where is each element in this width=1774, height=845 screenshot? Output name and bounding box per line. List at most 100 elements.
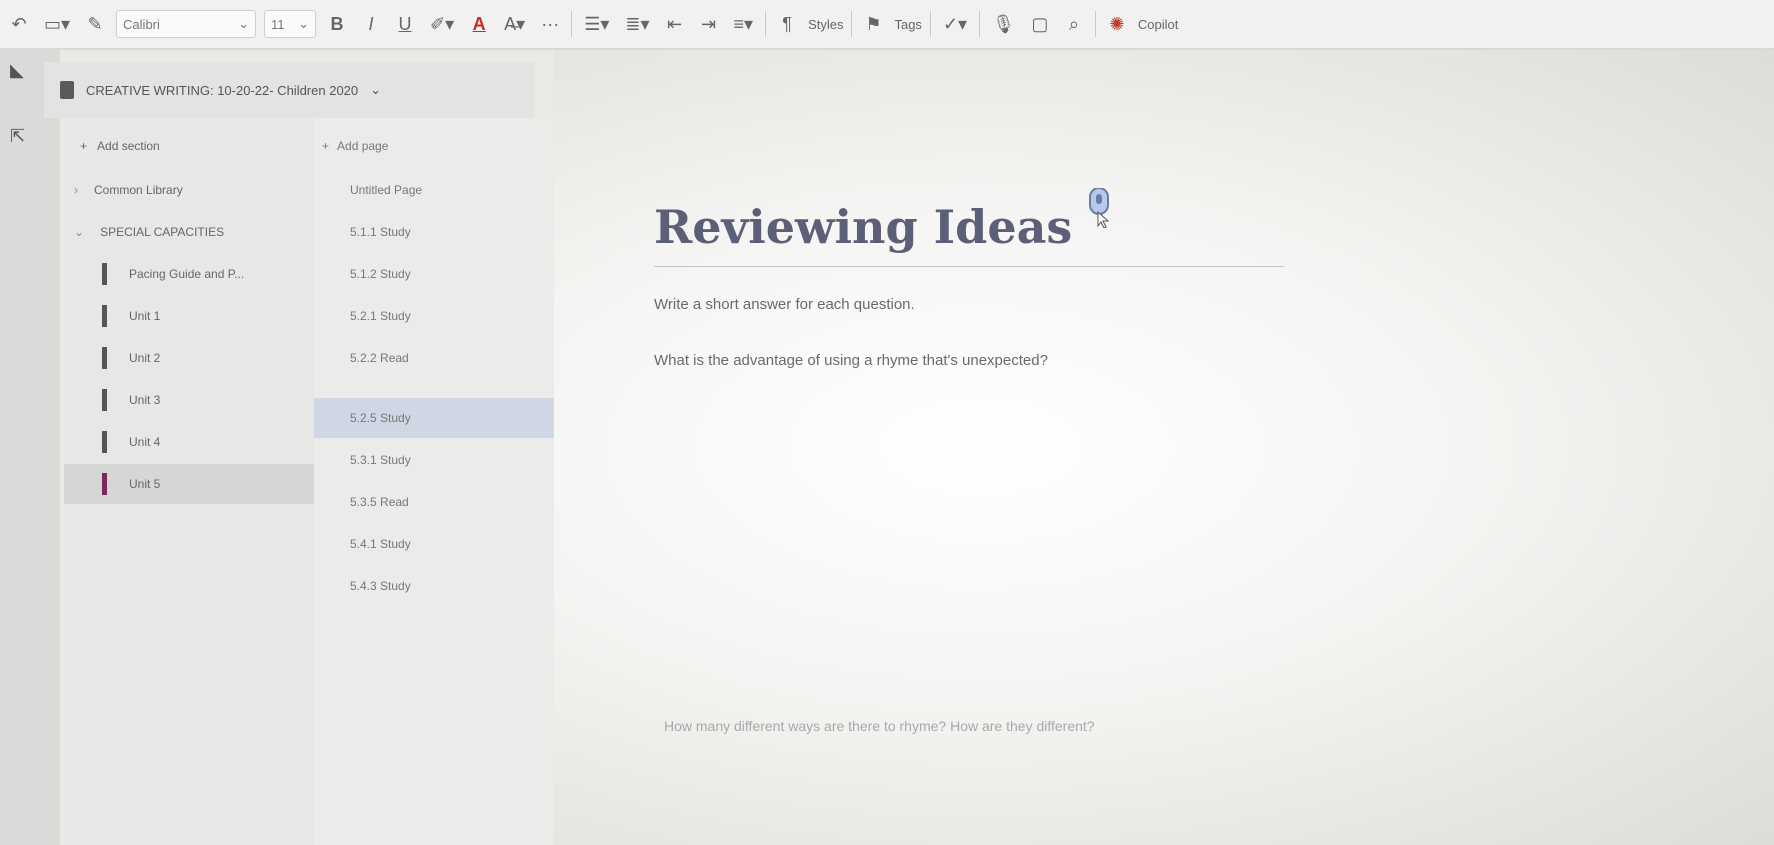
instructions-text[interactable]: Write a short answer for each question. [654,296,915,313]
page-title[interactable]: Reviewing Ideas [654,200,1072,254]
page-label: 5.1.2 Study [350,267,411,281]
toolbar-divider [979,11,981,37]
plus-icon: + [322,139,330,153]
section-color-tab [102,263,107,285]
bold-icon[interactable]: B [324,9,350,39]
chevron-right-icon: › [74,183,78,197]
italic-icon[interactable]: I [358,9,384,39]
page-item[interactable]: 5.2.2 Read [314,338,554,378]
page-label: 5.2.1 Study [350,309,411,323]
page-label: 5.1.1 Study [350,225,411,239]
spelling-icon[interactable]: ✓▾ [939,9,971,39]
section-item[interactable]: Unit 4 [64,422,314,462]
styles-icon[interactable]: ¶ [774,9,800,39]
numbering-icon[interactable]: ≣▾ [621,9,653,39]
page-item[interactable]: 5.1.2 Study [314,254,554,294]
tags-button[interactable]: Tags [894,17,921,32]
toolbar-divider [1094,11,1096,37]
bullets-icon[interactable]: ☰▾ [580,9,613,39]
align-icon[interactable]: ≡▾ [730,9,758,39]
clipboard-icon[interactable]: ▭▾ [40,9,74,39]
section-label: Unit 4 [129,435,161,449]
page-label: 5.2.2 Read [350,351,409,365]
page-item[interactable]: 5.3.5 Read [314,482,554,522]
section-item[interactable]: Pacing Guide and P... [64,254,314,294]
underline-icon[interactable]: U [392,9,418,39]
section-group[interactable]: › Common Library [64,170,314,210]
undo-icon[interactable]: ↶ [6,9,32,39]
sections-pane: + Add section › Common Library ⌄ SPECIAL… [64,118,314,845]
add-section-label: Add section [97,139,160,153]
highlight-icon[interactable]: ✐▾ [426,9,458,39]
nav-collapse-icon[interactable]: ⇱ [10,126,25,147]
outdent-icon[interactable]: ⇤ [662,9,688,39]
toolbar-divider [571,11,573,37]
add-section-button[interactable]: + Add section [64,126,314,166]
plus-icon: + [80,139,88,153]
page-label: Untitled Page [350,183,423,197]
font-size-value: 11 [271,16,285,32]
immersive-reader-icon[interactable]: ▢ [1027,9,1053,39]
chevron-down-icon: ⌄ [238,16,250,31]
section-label: Unit 1 [129,309,161,323]
page-label: 5.3.1 Study [350,453,411,467]
page-item[interactable]: Untitled Page [314,170,554,210]
page-item[interactable]: 5.1.1 Study [314,212,554,252]
section-color-tab [102,473,107,495]
toolbar-divider [851,11,853,37]
notebook-title: CREATIVE WRITING: 10-20-22- Children 202… [86,82,359,98]
section-color-tab [102,389,107,411]
page-label: 5.3.5 Read [350,495,409,509]
page-label: 5.2.5 Study [350,411,411,425]
tag-icon[interactable]: ⚑ [860,9,886,39]
section-item[interactable]: Unit 2 [64,338,314,378]
styles-button[interactable]: Styles [808,17,843,32]
pages-pane: + Add page Untitled Page 5.1.1 Study 5.1… [314,118,554,845]
more-icon[interactable]: ··· [537,9,563,39]
section-item-selected[interactable]: Unit 5 [64,464,314,504]
add-page-label: Add page [337,139,389,153]
question-1-text[interactable]: What is the advantage of using a rhyme t… [654,352,1048,369]
toolbar-divider [929,11,931,37]
section-color-tab [102,347,107,369]
page-item[interactable]: 5.3.1 Study [314,440,554,480]
notebook-icon[interactable]: ◣ [10,60,24,81]
copilot-button[interactable]: Copilot [1138,17,1178,32]
font-size-select[interactable]: 11 ⌄ [264,10,317,38]
page-label: 5.4.3 Study [350,579,411,593]
section-item[interactable]: Unit 3 [64,380,314,420]
section-label: Pacing Guide and P... [129,267,245,281]
font-name-select[interactable]: Calibri ⌄ [116,10,257,38]
question-2-text[interactable]: How many different ways are there to rhy… [664,718,1095,734]
page-label: 5.4.1 Study [350,537,411,551]
notebook-icon [60,81,74,99]
ribbon-toolbar: ↶ ▭▾ ✎ Calibri ⌄ 11 ⌄ B I U ✐▾ A A̶▾ ···… [0,0,1774,50]
dictate-icon[interactable]: 🎙 [988,9,1019,39]
page-item[interactable]: 5.4.1 Study [314,524,554,564]
search-icon[interactable]: ⌕ [1061,9,1087,39]
section-item[interactable]: Unit 1 [64,296,314,336]
page-item[interactable]: 5.4.3 Study [314,566,554,606]
page-item[interactable]: 5.2.1 Study [314,296,554,336]
add-page-button[interactable]: + Add page [314,126,554,166]
section-label: Unit 2 [129,351,161,365]
section-label: Common Library [94,183,183,197]
section-color-tab [102,431,107,453]
format-painter-icon[interactable]: ✎ [82,9,108,39]
navigation-rail: ◣ ⇱ [0,50,60,845]
indent-icon[interactable]: ⇥ [696,9,722,39]
mouse-cursor-icon [1089,188,1110,228]
page-item-selected[interactable]: 5.2.5 Study [314,398,554,438]
section-label: Unit 5 [129,477,161,491]
copilot-icon[interactable]: ✺ [1104,9,1130,39]
section-group[interactable]: ⌄ SPECIAL CAPACITIES [64,212,314,252]
chevron-down-icon: ⌄ [298,16,310,31]
chevron-down-icon: ⌄ [370,82,382,97]
toolbar-divider [765,11,767,37]
chevron-down-icon: ⌄ [74,225,85,239]
font-color-icon[interactable]: A [466,9,492,39]
clear-format-icon[interactable]: A̶▾ [500,9,529,39]
section-color-tab [102,305,107,327]
section-label: Unit 3 [129,393,161,407]
notebook-selector[interactable]: CREATIVE WRITING: 10-20-22- Children 202… [44,62,534,118]
